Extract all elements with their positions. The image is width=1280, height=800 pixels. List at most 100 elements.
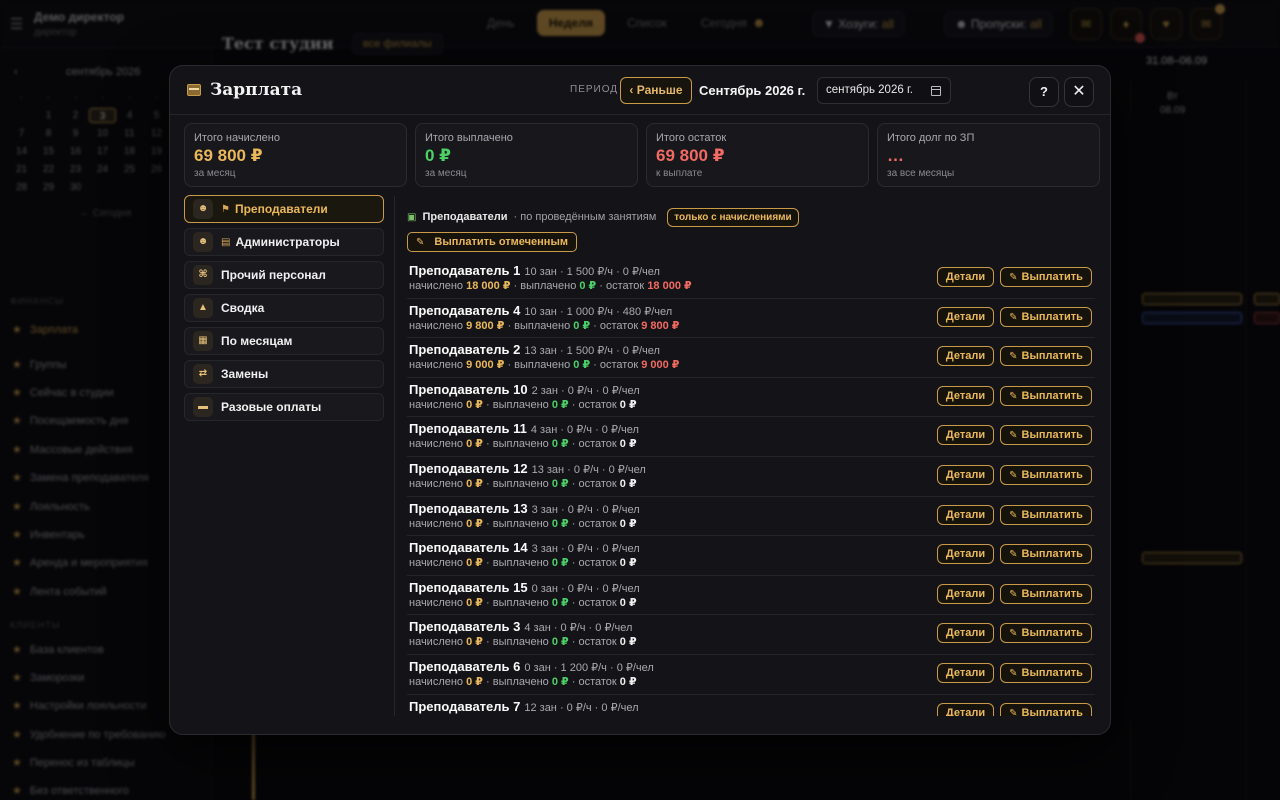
stat-value: … <box>887 146 904 165</box>
rest-label: · остаток <box>571 398 617 411</box>
teacher-name-line: Преподаватель 7 12 зан · 0 ₽/ч · 0 ₽/чел <box>409 699 639 714</box>
details-button[interactable]: Детали <box>937 623 994 644</box>
teacher-row: Преподаватель 2 13 зан · 1 500 ₽/ч · 0 ₽/… <box>407 338 1095 378</box>
accrued-value: 0 ₽ <box>466 675 483 688</box>
rest-label: · остаток <box>599 280 645 292</box>
side-item-summary[interactable]: ▲ Сводка <box>184 294 384 322</box>
stat-value: 69 800 ₽ <box>194 146 263 165</box>
details-button[interactable]: Детали <box>937 464 994 485</box>
money-icon: ✎ <box>416 236 425 248</box>
teacher-row: Преподаватель 12 13 зан · 0 ₽/ч · 0 ₽/чел… <box>407 457 1095 497</box>
teachers-panel: ▣ Преподаватели · по проведённым занятия… <box>407 206 1095 716</box>
pay-button[interactable]: ✎ Выплатить <box>1000 504 1092 525</box>
earlier-button[interactable]: ‹ Раньше <box>620 77 692 104</box>
accrued-label: начислено <box>409 319 464 332</box>
pay-button[interactable]: ✎ Выплатить <box>1000 583 1092 604</box>
pay-button[interactable]: ✎ Выплатить <box>1000 425 1092 446</box>
paid-value: 0 ₽ <box>573 319 591 332</box>
teacher-name-line: Преподаватель 1 10 зан · 1 500 ₽/ч · 0 ₽/… <box>409 263 660 278</box>
teacher-summary: начислено 0 ₽ · выплачено 0 ₽ · остаток … <box>409 437 637 450</box>
details-button[interactable]: Детали <box>937 544 994 565</box>
teacher-row: Преподаватель 4 10 зан · 1 000 ₽/ч · 480 … <box>407 299 1095 339</box>
details-button[interactable]: Детали <box>937 267 994 287</box>
teacher-name: Преподаватель 1 <box>409 263 521 278</box>
teacher-rate: 0 зан · 0 ₽/ч · 0 ₽/чел <box>531 582 640 595</box>
stat-label: Итого остаток <box>656 132 727 144</box>
pay-button[interactable]: ✎ Выплатить <box>1000 623 1092 644</box>
pay-button[interactable]: ✎ Выплатить <box>1000 385 1092 406</box>
section-emoji-icon: ▤ <box>221 236 231 248</box>
side-item-label: Замены <box>221 367 269 381</box>
money-icon: ✎ <box>1009 707 1018 716</box>
teacher-rate: 13 зан · 0 ₽/ч · 0 ₽/чел <box>531 463 646 476</box>
paid-label: · выплачено <box>486 557 549 570</box>
details-button[interactable]: Детали <box>937 385 994 406</box>
paid-value: 0 ₽ <box>551 517 569 530</box>
panel-title: Преподаватели <box>422 211 508 223</box>
side-item-other-staff[interactable]: ⌘ Прочий персонал <box>184 261 384 289</box>
teacher-name: Преподаватель 6 <box>409 658 521 674</box>
money-icon: ✎ <box>1009 667 1018 679</box>
section-icon: ⇄ <box>193 364 213 384</box>
rest-value: 0 ₽ <box>619 636 637 649</box>
section-icon: ☻ <box>193 199 213 219</box>
rest-label: · остаток <box>571 477 617 490</box>
teacher-rate: 0 зан · 1 200 ₽/ч · 0 ₽/чел <box>524 661 654 674</box>
money-icon: ✎ <box>1009 509 1018 521</box>
paid-value: 0 ₽ <box>551 675 569 688</box>
details-button[interactable]: Детали <box>937 583 994 604</box>
side-item-substitutions[interactable]: ⇄ Замены <box>184 360 384 388</box>
details-button[interactable]: Детали <box>937 346 994 367</box>
money-icon: ✎ <box>1009 549 1018 561</box>
details-button[interactable]: Детали <box>937 306 994 327</box>
side-item-by-months[interactable]: ▦ По месяцам <box>184 327 384 355</box>
details-button[interactable]: Детали <box>937 702 994 716</box>
teacher-summary: начислено 0 ₽ · выплачено 0 ₽ · остаток … <box>409 635 637 648</box>
close-button[interactable]: ✕ <box>1064 77 1094 107</box>
teacher-row: Преподаватель 34 зан · 0 ₽/ч · 0 ₽/чел на… <box>407 615 1095 655</box>
period-value: Сентябрь 2026 г. <box>699 83 806 98</box>
details-button[interactable]: Детали <box>937 504 994 525</box>
rest-value: 0 ₽ <box>619 477 637 490</box>
teacher-row: Преподаватель 10 2 зан · 0 ₽/ч · 0 ₽/чел н… <box>407 378 1095 418</box>
pay-button[interactable]: ✎ Выплатить <box>1000 267 1092 287</box>
paid-label: · выплачено <box>486 517 549 530</box>
teacher-row: Преподаватель 11 4 зан · 0 ₽/ч · 0 ₽/чел н… <box>407 417 1095 457</box>
details-button[interactable]: Детали <box>937 425 994 446</box>
pay-button[interactable]: ✎ Выплатить <box>1000 702 1092 716</box>
accrued-label: начислено <box>409 359 464 372</box>
side-item-label: Разовые оплаты <box>221 400 322 414</box>
teacher-summary: начислено 9 000 ₽ · выплачено 0 ₽ · оста… <box>409 358 679 371</box>
teacher-summary: начислено 9 800 ₽ · выплачено 0 ₽ · оста… <box>409 319 679 332</box>
accrued-label: начислено <box>409 438 464 451</box>
section-icon: ▬ <box>193 397 213 417</box>
pay-button[interactable]: ✎ Выплатить <box>1000 306 1092 327</box>
totals-cards: Итого начислено 69 800 ₽ за месяц Итого … <box>184 123 1100 187</box>
calendar-icon[interactable] <box>931 86 941 96</box>
pay-button[interactable]: ✎ Выплатить <box>1000 464 1092 485</box>
pay-button[interactable]: ✎ Выплатить <box>1000 662 1092 683</box>
details-button[interactable]: Детали <box>937 662 994 683</box>
pay-button[interactable]: ✎ Выплатить <box>1000 346 1092 367</box>
teacher-rate: 4 зан · 0 ₽/ч · 0 ₽/чел <box>524 622 633 635</box>
teacher-name-line: Преподаватель 12 13 зан · 0 ₽/ч · 0 ₽/чел <box>409 461 646 476</box>
side-item-one-time-payments[interactable]: ▬ Разовые оплаты <box>184 393 384 421</box>
side-item-label: Прочий персонал <box>221 268 326 282</box>
teacher-summary: начислено 0 ₽ · выплачено 0 ₽ · остаток … <box>409 556 637 569</box>
side-item-teachers[interactable]: ☻ ⚑ Преподаватели <box>184 195 384 223</box>
month-picker[interactable]: сентябрь 2026 г. <box>817 77 951 104</box>
total-accrued-card: Итого начислено 69 800 ₽ за месяц <box>184 123 407 187</box>
stat-label: Итого выплачено <box>425 132 513 144</box>
pay-button[interactable]: ✎ Выплатить <box>1000 544 1092 565</box>
side-item-admins[interactable]: ☻ ▤ Администраторы <box>184 228 384 256</box>
teacher-summary: начислено 0 ₽ · выплачено 0 ₽ · остаток … <box>409 596 637 609</box>
pay-marked-button[interactable]: ✎ Выплатить отмеченным <box>407 232 577 252</box>
accrued-value: 0 ₽ <box>466 557 483 570</box>
rest-label: · остаток <box>571 636 617 649</box>
rest-value: 18 000 ₽ <box>647 280 692 292</box>
help-button[interactable]: ? <box>1029 77 1059 107</box>
teacher-row: Преподаватель 14 3 зан · 0 ₽/ч · 0 ₽/чел н… <box>407 536 1095 576</box>
accrued-value: 0 ₽ <box>466 438 483 451</box>
teacher-name: Преподаватель 12 <box>409 460 528 476</box>
only-accrued-filter[interactable]: только с начислениями <box>667 207 799 227</box>
